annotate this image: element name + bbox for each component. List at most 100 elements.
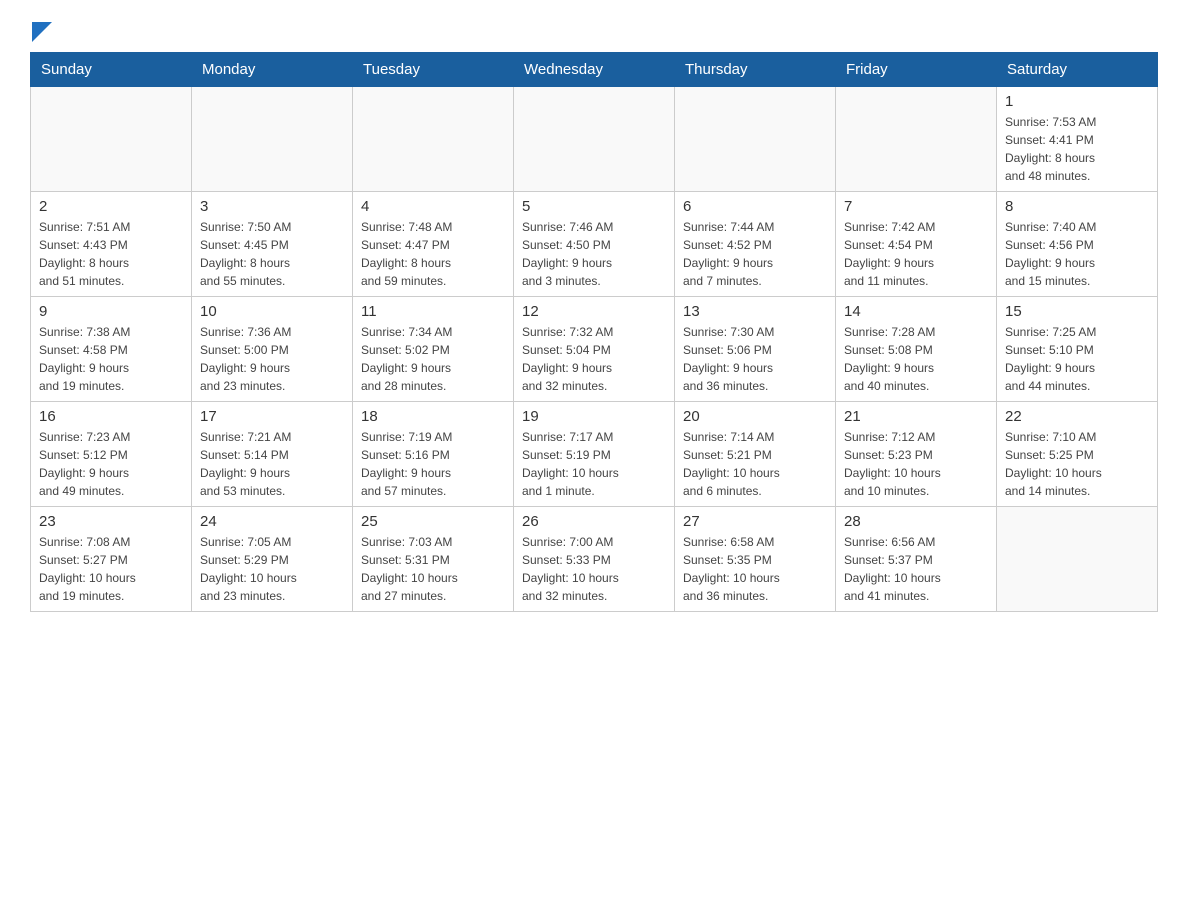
day-info: Sunrise: 7:46 AM Sunset: 4:50 PM Dayligh… (522, 218, 666, 290)
day-info: Sunrise: 7:50 AM Sunset: 4:45 PM Dayligh… (200, 218, 344, 290)
day-info: Sunrise: 7:10 AM Sunset: 5:25 PM Dayligh… (1005, 428, 1149, 500)
day-number: 21 (844, 408, 988, 425)
day-number: 20 (683, 408, 827, 425)
weekday-header-wednesday: Wednesday (514, 53, 675, 87)
calendar-cell (514, 87, 675, 192)
calendar-cell: 23Sunrise: 7:08 AM Sunset: 5:27 PM Dayli… (31, 507, 192, 612)
calendar-cell: 8 Sunrise: 7:40 AM Sunset: 4:56 PM Daylig… (997, 192, 1158, 297)
day-number: 10 (200, 303, 344, 320)
day-number: 27 (683, 513, 827, 530)
weekday-header-friday: Friday (836, 53, 997, 87)
weekday-header-row: SundayMondayTuesdayWednesdayThursdayFrid… (31, 53, 1158, 87)
calendar-cell: 9 Sunrise: 7:38 AM Sunset: 4:58 PM Daylig… (31, 297, 192, 402)
day-number: 22 (1005, 408, 1149, 425)
day-info: Sunrise: 7:53 AM Sunset: 4:41 PM Dayligh… (1005, 113, 1149, 185)
day-number: 28 (844, 513, 988, 530)
calendar-cell: 3 Sunrise: 7:50 AM Sunset: 4:45 PM Daylig… (192, 192, 353, 297)
calendar-week-row: 1 Sunrise: 7:53 AM Sunset: 4:41 PM Daylig… (31, 87, 1158, 192)
calendar-cell: 19 Sunrise: 7:17 AM Sunset: 5:19 PM Dayli… (514, 402, 675, 507)
day-number: 8 (1005, 198, 1149, 215)
day-info: Sunrise: 7:03 AM Sunset: 5:31 PM Dayligh… (361, 533, 505, 605)
day-number: 17 (200, 408, 344, 425)
calendar-cell: 17Sunrise: 7:21 AM Sunset: 5:14 PM Dayli… (192, 402, 353, 507)
day-number: 3 (200, 198, 344, 215)
day-info: Sunrise: 7:28 AM Sunset: 5:08 PM Dayligh… (844, 323, 988, 395)
day-info: Sunrise: 7:34 AM Sunset: 5:02 PM Dayligh… (361, 323, 505, 395)
day-info: Sunrise: 7:23 AM Sunset: 5:12 PM Dayligh… (39, 428, 183, 500)
calendar-cell: 14 Sunrise: 7:28 AM Sunset: 5:08 PM Dayli… (836, 297, 997, 402)
calendar-cell: 16Sunrise: 7:23 AM Sunset: 5:12 PM Dayli… (31, 402, 192, 507)
calendar-cell (353, 87, 514, 192)
day-number: 19 (522, 408, 666, 425)
day-number: 6 (683, 198, 827, 215)
day-info: Sunrise: 7:17 AM Sunset: 5:19 PM Dayligh… (522, 428, 666, 500)
day-number: 7 (844, 198, 988, 215)
calendar-cell: 21 Sunrise: 7:12 AM Sunset: 5:23 PM Dayli… (836, 402, 997, 507)
day-info: Sunrise: 7:51 AM Sunset: 4:43 PM Dayligh… (39, 218, 183, 290)
calendar-cell: 5 Sunrise: 7:46 AM Sunset: 4:50 PM Daylig… (514, 192, 675, 297)
day-info: Sunrise: 7:44 AM Sunset: 4:52 PM Dayligh… (683, 218, 827, 290)
day-number: 11 (361, 303, 505, 320)
day-info: Sunrise: 6:58 AM Sunset: 5:35 PM Dayligh… (683, 533, 827, 605)
day-info: Sunrise: 6:56 AM Sunset: 5:37 PM Dayligh… (844, 533, 988, 605)
calendar-week-row: 23Sunrise: 7:08 AM Sunset: 5:27 PM Dayli… (31, 507, 1158, 612)
calendar-cell: 27 Sunrise: 6:58 AM Sunset: 5:35 PM Dayli… (675, 507, 836, 612)
calendar-cell: 26 Sunrise: 7:00 AM Sunset: 5:33 PM Dayli… (514, 507, 675, 612)
calendar-cell: 13 Sunrise: 7:30 AM Sunset: 5:06 PM Dayli… (675, 297, 836, 402)
day-info: Sunrise: 7:19 AM Sunset: 5:16 PM Dayligh… (361, 428, 505, 500)
page-header (30, 20, 1158, 42)
calendar-cell (997, 507, 1158, 612)
day-number: 12 (522, 303, 666, 320)
logo-triangle-icon (32, 22, 52, 42)
weekday-header-thursday: Thursday (675, 53, 836, 87)
calendar-cell: 24 Sunrise: 7:05 AM Sunset: 5:29 PM Dayli… (192, 507, 353, 612)
day-number: 25 (361, 513, 505, 530)
day-info: Sunrise: 7:48 AM Sunset: 4:47 PM Dayligh… (361, 218, 505, 290)
calendar-cell (192, 87, 353, 192)
weekday-header-sunday: Sunday (31, 53, 192, 87)
day-number: 24 (200, 513, 344, 530)
calendar-cell: 12 Sunrise: 7:32 AM Sunset: 5:04 PM Dayli… (514, 297, 675, 402)
day-info: Sunrise: 7:38 AM Sunset: 4:58 PM Dayligh… (39, 323, 183, 395)
calendar-cell (31, 87, 192, 192)
calendar-cell: 20 Sunrise: 7:14 AM Sunset: 5:21 PM Dayli… (675, 402, 836, 507)
logo (30, 20, 52, 42)
day-number: 13 (683, 303, 827, 320)
calendar-cell: 15 Sunrise: 7:25 AM Sunset: 5:10 PM Dayli… (997, 297, 1158, 402)
calendar-week-row: 16Sunrise: 7:23 AM Sunset: 5:12 PM Dayli… (31, 402, 1158, 507)
day-info: Sunrise: 7:32 AM Sunset: 5:04 PM Dayligh… (522, 323, 666, 395)
day-number: 4 (361, 198, 505, 215)
calendar-cell: 25 Sunrise: 7:03 AM Sunset: 5:31 PM Dayli… (353, 507, 514, 612)
day-info: Sunrise: 7:42 AM Sunset: 4:54 PM Dayligh… (844, 218, 988, 290)
day-info: Sunrise: 7:05 AM Sunset: 5:29 PM Dayligh… (200, 533, 344, 605)
day-info: Sunrise: 7:36 AM Sunset: 5:00 PM Dayligh… (200, 323, 344, 395)
calendar-week-row: 9 Sunrise: 7:38 AM Sunset: 4:58 PM Daylig… (31, 297, 1158, 402)
day-info: Sunrise: 7:12 AM Sunset: 5:23 PM Dayligh… (844, 428, 988, 500)
calendar-cell: 10 Sunrise: 7:36 AM Sunset: 5:00 PM Dayli… (192, 297, 353, 402)
weekday-header-saturday: Saturday (997, 53, 1158, 87)
day-number: 5 (522, 198, 666, 215)
day-info: Sunrise: 7:40 AM Sunset: 4:56 PM Dayligh… (1005, 218, 1149, 290)
calendar-cell: 6 Sunrise: 7:44 AM Sunset: 4:52 PM Daylig… (675, 192, 836, 297)
day-number: 18 (361, 408, 505, 425)
calendar-cell: 7 Sunrise: 7:42 AM Sunset: 4:54 PM Daylig… (836, 192, 997, 297)
weekday-header-tuesday: Tuesday (353, 53, 514, 87)
day-info: Sunrise: 7:25 AM Sunset: 5:10 PM Dayligh… (1005, 323, 1149, 395)
calendar-cell: 28 Sunrise: 6:56 AM Sunset: 5:37 PM Dayli… (836, 507, 997, 612)
day-info: Sunrise: 7:14 AM Sunset: 5:21 PM Dayligh… (683, 428, 827, 500)
day-info: Sunrise: 7:30 AM Sunset: 5:06 PM Dayligh… (683, 323, 827, 395)
calendar-cell: 22 Sunrise: 7:10 AM Sunset: 5:25 PM Dayli… (997, 402, 1158, 507)
day-number: 9 (39, 303, 183, 320)
day-number: 1 (1005, 93, 1149, 110)
day-info: Sunrise: 7:00 AM Sunset: 5:33 PM Dayligh… (522, 533, 666, 605)
calendar-cell: 18 Sunrise: 7:19 AM Sunset: 5:16 PM Dayli… (353, 402, 514, 507)
calendar-cell (675, 87, 836, 192)
day-number: 15 (1005, 303, 1149, 320)
day-number: 2 (39, 198, 183, 215)
calendar-table: SundayMondayTuesdayWednesdayThursdayFrid… (30, 52, 1158, 612)
day-number: 14 (844, 303, 988, 320)
weekday-header-monday: Monday (192, 53, 353, 87)
calendar-cell: 2 Sunrise: 7:51 AM Sunset: 4:43 PM Daylig… (31, 192, 192, 297)
day-number: 26 (522, 513, 666, 530)
day-info: Sunrise: 7:08 AM Sunset: 5:27 PM Dayligh… (39, 533, 183, 605)
